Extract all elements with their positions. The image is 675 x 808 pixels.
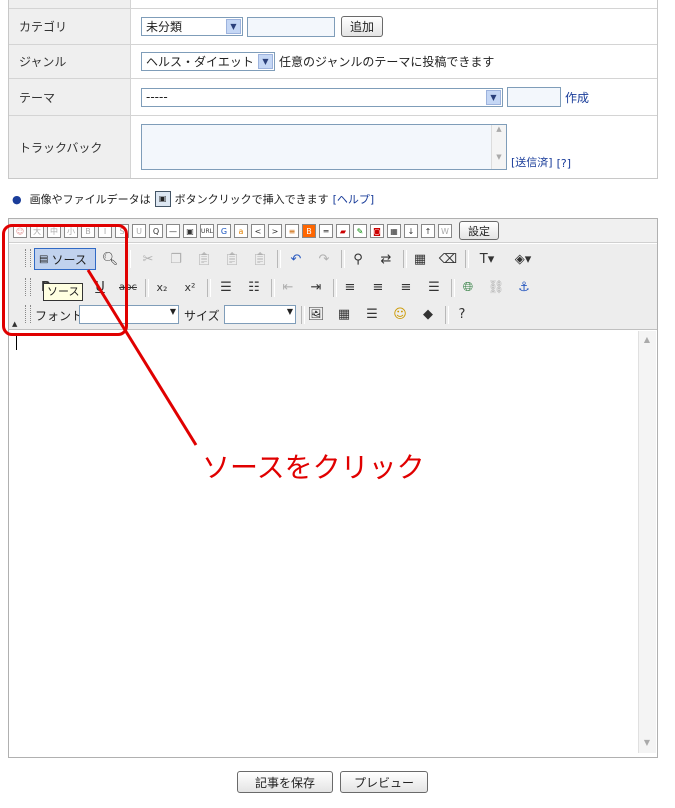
annotation-text: ソースをクリック	[202, 451, 425, 484]
annotation-line	[86, 269, 198, 446]
annotation-arrow	[86, 269, 198, 446]
save-post-button[interactable]: 記事を保存	[237, 771, 333, 793]
preview-button[interactable]: プレビュー	[340, 771, 428, 793]
